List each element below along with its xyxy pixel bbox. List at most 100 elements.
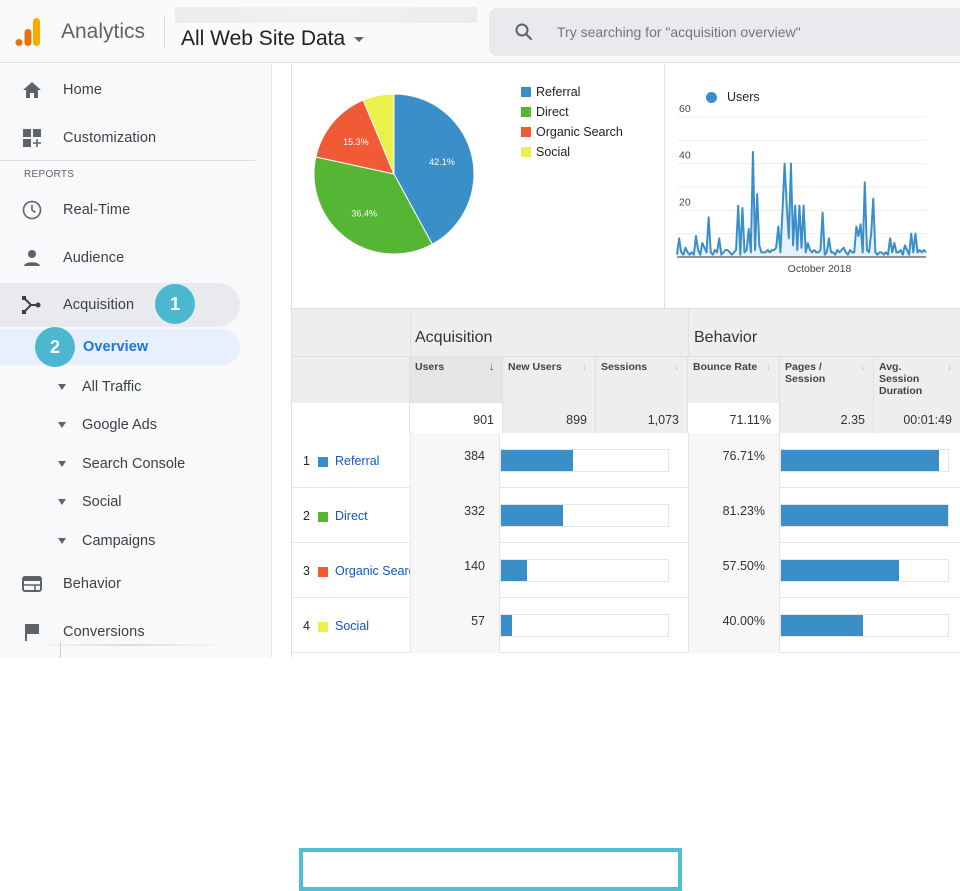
- col-header-label: Users: [415, 361, 445, 373]
- col-header-label: New Users: [508, 361, 562, 373]
- legend-item-organic-search[interactable]: Organic Search: [521, 122, 623, 142]
- dashboard-add-icon: [22, 128, 42, 148]
- sidebar-item-campaigns[interactable]: Campaigns: [0, 523, 240, 559]
- legend-item-social[interactable]: Social: [521, 142, 623, 162]
- total-sessions: 1,073: [596, 403, 688, 433]
- bounce-rate-bar: [780, 559, 949, 582]
- users-bar-fill: [501, 505, 564, 526]
- sidebar-divider: [60, 642, 61, 658]
- channel-link[interactable]: Direct: [335, 509, 410, 523]
- bounce-rate-bar-fill: [781, 450, 939, 471]
- channels-table: Acquisition Behavior Users ↓ New Users ↓…: [292, 308, 960, 891]
- group-title-behavior: Behavior: [694, 329, 758, 346]
- sidebar-item-label: Search Console: [82, 456, 186, 472]
- pie-slice-label: 36.4%: [351, 209, 377, 219]
- row-rank: 4: [303, 619, 310, 633]
- sidebar-item-audience[interactable]: Audience: [0, 236, 240, 280]
- sidebar-item-customization[interactable]: Customization: [0, 116, 240, 160]
- bounce-rate-bar-fill: [781, 505, 948, 526]
- users-bar: [500, 559, 669, 582]
- top-header: Analytics All Web Site Data: [0, 0, 960, 63]
- sidebar-item-home[interactable]: Home: [0, 68, 240, 112]
- channel-link[interactable]: Organic Search: [335, 564, 410, 578]
- behavior-layout-icon: [22, 574, 42, 594]
- sidebar-item-label: Customization: [63, 130, 157, 146]
- sidebar: Home Customization REPORTS Real-Time Aud…: [0, 64, 272, 658]
- legend-item-referral[interactable]: Referral: [521, 82, 623, 102]
- legend-label: Social: [536, 145, 571, 159]
- col-header-sessions[interactable]: Sessions ↓: [596, 356, 688, 403]
- sidebar-item-behavior[interactable]: Behavior: [0, 562, 240, 606]
- col-header-label: Pages / Session: [785, 361, 826, 385]
- users-cell: 57: [410, 598, 500, 653]
- sidebar-item-all-traffic[interactable]: All Traffic: [0, 369, 240, 405]
- flag-icon: [22, 622, 42, 642]
- channel-link[interactable]: Social: [335, 619, 410, 633]
- legend-label: Referral: [536, 85, 581, 99]
- users-line-chart[interactable]: 20 40 60 October 2018: [666, 64, 960, 308]
- pie-slice-label: 42.1%: [429, 157, 455, 167]
- table-row: 2 Direct 332 81.23%: [292, 488, 960, 543]
- col-header-new-users[interactable]: New Users ↓: [503, 356, 596, 403]
- users-bar-fill: [501, 615, 512, 636]
- acquisition-icon: [22, 295, 42, 315]
- total-avg-session-duration: 00:01:49: [874, 403, 960, 433]
- legend-item-direct[interactable]: Direct: [521, 102, 623, 122]
- expand-triangle-icon: [58, 538, 66, 544]
- channel-link[interactable]: Referral: [335, 454, 410, 468]
- sort-arrow-icon: ↓: [860, 362, 865, 373]
- bounce-rate-bar-fill: [781, 560, 900, 581]
- col-header-avg-session-duration[interactable]: Avg. Session Duration ↓: [874, 356, 960, 403]
- pie-slice-label: 15.3%: [343, 137, 369, 147]
- table-row: 3 Organic Search 140 57.50%: [292, 543, 960, 598]
- property-selector[interactable]: All Web Site Data: [181, 27, 365, 51]
- col-header-pages-session[interactable]: Pages / Session ↓: [780, 356, 874, 403]
- sidebar-item-social[interactable]: Social: [0, 484, 240, 520]
- step-badge-1: 1: [155, 284, 195, 324]
- x-axis-label: October 2018: [788, 263, 852, 275]
- sidebar-item-search-console[interactable]: Search Console: [0, 446, 240, 482]
- users-bar-fill: [501, 450, 573, 471]
- bounce-rate-bar: [780, 504, 949, 527]
- sidebar-item-label: Behavior: [63, 576, 122, 592]
- home-icon: [22, 80, 42, 100]
- bounce-rate-cell: 76.71%: [688, 433, 780, 488]
- table-row: 4 Social 57 40.00%: [292, 598, 960, 653]
- sidebar-item-realtime[interactable]: Real-Time: [0, 188, 240, 232]
- totals-label-cell: [292, 403, 410, 433]
- total-users: 901: [410, 403, 503, 433]
- bounce-rate-bar-fill: [781, 615, 864, 636]
- bounce-rate-bar: [780, 614, 949, 637]
- line-chart-panel: Users 20 40 60 October 2018: [666, 64, 960, 308]
- expand-triangle-icon: [58, 499, 66, 505]
- sidebar-item-google-ads[interactable]: Google Ads: [0, 407, 240, 443]
- col-header-bounce-rate[interactable]: Bounce Rate ↓: [688, 356, 780, 403]
- account-path-redacted[interactable]: [175, 7, 477, 23]
- col-header-label: Sessions: [601, 361, 648, 373]
- search-bar[interactable]: [489, 8, 960, 56]
- clock-icon: [22, 200, 42, 220]
- channel-pie-chart[interactable]: 42.1% 36.4% 15.3%: [292, 64, 512, 284]
- bounce-rate-cell: 57.50%: [688, 543, 780, 598]
- sidebar-item-label: Overview: [83, 339, 149, 355]
- pie-legend: Referral Direct Organic Search Social: [521, 82, 623, 162]
- sidebar-item-acquisition[interactable]: Acquisition: [0, 283, 240, 327]
- series-line-users[interactable]: [676, 151, 927, 256]
- search-input[interactable]: [557, 8, 957, 56]
- sidebar-item-conversions[interactable]: Conversions: [0, 610, 240, 654]
- sort-arrow-icon: ↓: [674, 362, 679, 373]
- sidebar-item-label: Social: [82, 494, 122, 510]
- analytics-logo-icon: [15, 18, 40, 46]
- users-cell: 140: [410, 543, 500, 598]
- sidebar-item-label: Conversions: [63, 624, 145, 640]
- legend-label: Organic Search: [536, 125, 623, 139]
- sidebar-item-label: Google Ads: [82, 417, 157, 433]
- y-tick-label: 60: [679, 103, 691, 115]
- col-header-users[interactable]: Users ↓: [410, 356, 503, 403]
- highlight-box-social-row: [299, 848, 682, 891]
- app-name: Analytics: [61, 20, 146, 43]
- person-icon: [22, 248, 42, 268]
- table-row: 1 Referral 384 76.71%: [292, 433, 960, 488]
- channel-color-swatch: [318, 567, 328, 577]
- channel-color-swatch: [318, 457, 328, 467]
